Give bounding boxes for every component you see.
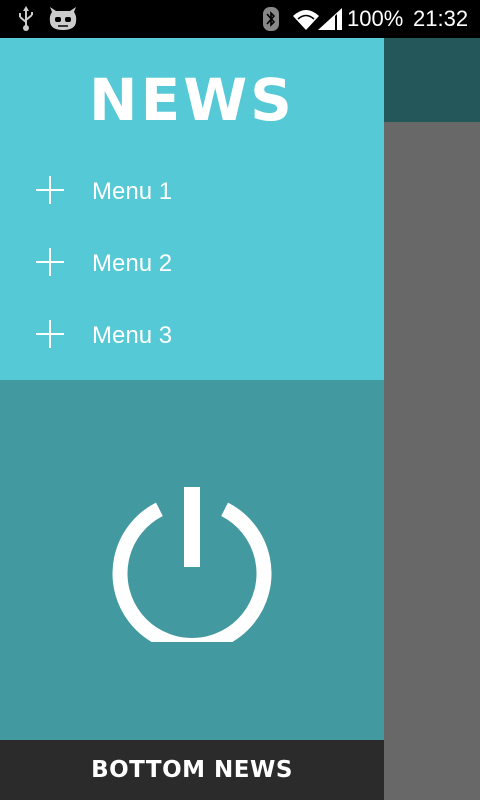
cyanogenmod-icon (48, 6, 78, 37)
plus-icon (36, 248, 64, 281)
usb-icon (16, 6, 36, 37)
signal-icon (318, 8, 342, 35)
menu-item-label: Menu 3 (92, 322, 173, 349)
plus-icon (36, 176, 64, 209)
menu-item-2[interactable]: Menu 2 (0, 226, 384, 298)
clock: 21:32 (413, 6, 469, 31)
drawer-title: NEWS (89, 66, 295, 134)
menu-item-label: Menu 2 (92, 250, 173, 277)
app-bar (384, 38, 480, 122)
drawer-power-section (0, 380, 384, 740)
menu-item-label: Menu 1 (92, 178, 173, 205)
bottom-news-label: BOTTOM NEWS (91, 757, 293, 783)
power-icon[interactable] (112, 482, 272, 653)
plus-icon (36, 320, 64, 353)
content-scrim[interactable] (384, 122, 480, 800)
drawer-header: NEWS Menu 1 Menu 2 Menu 3 (0, 38, 384, 380)
drawer-footer[interactable]: BOTTOM NEWS (0, 740, 384, 800)
wifi-icon (292, 8, 320, 35)
battery-percentage: 100% (347, 6, 404, 31)
bluetooth-icon (262, 7, 280, 36)
menu-item-1[interactable]: Menu 1 (0, 154, 384, 226)
status-bar: 100% 21:32 (0, 0, 480, 38)
menu-item-3[interactable]: Menu 3 (0, 298, 384, 370)
navigation-drawer: NEWS Menu 1 Menu 2 Menu 3 BOTTOM NEWS (0, 38, 384, 800)
